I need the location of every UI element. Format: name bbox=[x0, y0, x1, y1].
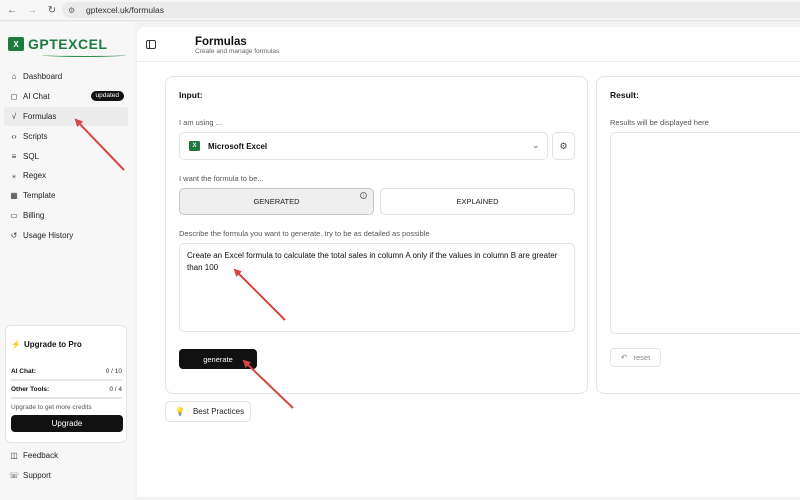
logo-swoosh bbox=[42, 53, 126, 57]
describe-label: Describe the formula you want to generat… bbox=[179, 229, 430, 238]
sidebar-item-formulas[interactable]: √ Formulas bbox=[4, 106, 128, 127]
card-icon: ▭ bbox=[10, 210, 18, 220]
reload-icon[interactable]: ↻ bbox=[44, 2, 60, 18]
ai-chat-usage-label: AI Chat: bbox=[11, 368, 36, 375]
input-card: Input: I am using ... X Microsoft Excel … bbox=[165, 76, 588, 394]
updated-badge: updated bbox=[90, 90, 124, 101]
ai-chat-usage: AI Chat: 0 / 10 bbox=[11, 368, 122, 375]
sidebar-item-label: Billing bbox=[23, 210, 45, 220]
gear-icon: ⚙ bbox=[559, 140, 568, 151]
sidebar: X GPTEXCEL ⌂ Dashboard ◻ AI Chat updated… bbox=[0, 22, 135, 500]
settings-gear-button[interactable]: ⚙ bbox=[552, 132, 575, 160]
sidebar-item-dashboard[interactable]: ⌂ Dashboard bbox=[4, 67, 128, 87]
result-output-area[interactable] bbox=[610, 132, 800, 334]
code-icon: ‹› bbox=[11, 131, 17, 141]
lightbulb-icon: 💡 bbox=[175, 407, 185, 416]
sidebar-item-billing[interactable]: ▭ Billing bbox=[4, 206, 128, 226]
sidebar-item-label: Usage History bbox=[23, 230, 74, 240]
app-selected-value: Microsoft Excel bbox=[208, 141, 268, 151]
sidebar-item-label: Dashboard bbox=[23, 72, 63, 82]
url-text: gptexcel.uk/formulas bbox=[86, 5, 164, 15]
sidebar-item-regex[interactable]: ⁎ Regex bbox=[4, 166, 128, 186]
formula-description-input[interactable]: Create an Excel formula to calculate the… bbox=[179, 243, 575, 332]
result-title: Result: bbox=[610, 90, 639, 100]
address-bar[interactable]: ⚙ gptexcel.uk/formulas bbox=[62, 2, 800, 18]
sidebar-item-template[interactable]: ▦ Template bbox=[4, 186, 128, 206]
result-placeholder: Results will be displayed here bbox=[610, 118, 709, 127]
upgrade-title-text: Upgrade to Pro bbox=[23, 340, 82, 349]
chat-icon: ◻ bbox=[10, 92, 18, 102]
history-icon: ↺ bbox=[10, 230, 18, 240]
sidebar-item-sql[interactable]: ≡ SQL bbox=[4, 146, 128, 166]
forward-arrow-icon[interactable]: → bbox=[24, 2, 40, 18]
explained-label: EXPLAINED bbox=[456, 197, 499, 206]
other-tools-usage: Other Tools: 0 / 4 bbox=[11, 386, 122, 393]
upgrade-note: Upgrade to get more credits bbox=[11, 404, 92, 411]
reset-label: reset bbox=[633, 353, 651, 362]
main-panel: Formulas Create and manage formulas Inpu… bbox=[137, 27, 800, 497]
sidebar-item-scripts[interactable]: ‹› Scripts bbox=[4, 126, 128, 146]
upgrade-title: ⚡ Upgrade to Pro bbox=[11, 340, 82, 349]
app-select[interactable]: X Microsoft Excel ⌄ bbox=[179, 132, 548, 160]
generated-toggle[interactable]: GENERATED i bbox=[179, 188, 374, 215]
generate-button[interactable]: generate bbox=[179, 349, 257, 369]
sidebar-footer-nav: ◫ Feedback ☏ Support bbox=[4, 446, 128, 486]
sidebar-item-usage-history[interactable]: ↺ Usage History bbox=[4, 225, 128, 245]
sqrt-icon: √ bbox=[11, 111, 17, 121]
sidebar-item-label: Formulas bbox=[23, 111, 57, 121]
excel-icon: X bbox=[189, 141, 200, 151]
page-title: Formulas bbox=[195, 36, 247, 48]
logo[interactable]: X GPTEXCEL bbox=[8, 36, 107, 52]
ai-chat-progress bbox=[11, 379, 122, 381]
sidebar-toggle-icon[interactable] bbox=[146, 40, 156, 49]
ai-chat-usage-count: 0 / 10 bbox=[105, 368, 122, 375]
page-subtitle: Create and manage formulas bbox=[195, 48, 280, 55]
site-settings-icon[interactable]: ⚙ bbox=[68, 6, 80, 15]
explained-toggle[interactable]: EXPLAINED bbox=[380, 188, 575, 215]
sidebar-item-label: Support bbox=[23, 471, 52, 481]
excel-logo-icon: X bbox=[8, 37, 24, 51]
mode-label: I want the formula to be... bbox=[179, 174, 264, 183]
sidebar-item-ai-chat[interactable]: ◻ AI Chat updated bbox=[4, 87, 128, 107]
home-icon: ⌂ bbox=[11, 72, 17, 82]
sidebar-item-label: Regex bbox=[23, 171, 47, 181]
best-practices-button[interactable]: 💡 Best Practices bbox=[165, 401, 251, 422]
best-practices-label: Best Practices bbox=[192, 407, 245, 416]
sidebar-nav: ⌂ Dashboard ◻ AI Chat updated √ Formulas… bbox=[4, 67, 128, 245]
result-card: Result: Results will be displayed here ↶… bbox=[596, 76, 800, 394]
other-tools-progress bbox=[11, 397, 122, 399]
database-icon: ≡ bbox=[11, 151, 17, 161]
sidebar-item-feedback[interactable]: ◫ Feedback bbox=[4, 446, 128, 466]
sidebar-item-label: AI Chat bbox=[23, 92, 50, 102]
sidebar-item-label: SQL bbox=[23, 151, 40, 161]
header-divider bbox=[137, 61, 800, 62]
upgrade-card: ⚡ Upgrade to Pro AI Chat: 0 / 10 Other T… bbox=[5, 325, 127, 443]
sidebar-item-label: Feedback bbox=[23, 451, 59, 461]
chevron-down-icon: ⌄ bbox=[532, 141, 539, 150]
browser-toolbar: ← → ↻ ⚙ gptexcel.uk/formulas bbox=[0, 0, 800, 21]
sidebar-item-label: Template bbox=[23, 191, 56, 201]
regex-icon: ⁎ bbox=[12, 171, 16, 181]
feedback-icon: ◫ bbox=[10, 451, 18, 461]
sidebar-item-support[interactable]: ☏ Support bbox=[4, 466, 128, 486]
input-title: Input: bbox=[179, 90, 203, 100]
reset-button[interactable]: ↶ reset bbox=[610, 348, 661, 367]
grid-icon: ▦ bbox=[10, 191, 18, 201]
logo-text: GPTEXCEL bbox=[28, 36, 108, 52]
sidebar-item-label: Scripts bbox=[23, 131, 48, 141]
info-icon: i bbox=[360, 192, 367, 199]
other-tools-usage-count: 0 / 4 bbox=[109, 386, 122, 393]
back-arrow-icon[interactable]: ← bbox=[4, 2, 20, 18]
support-icon: ☏ bbox=[9, 471, 20, 481]
lightning-icon: ⚡ bbox=[11, 340, 21, 349]
other-tools-usage-label: Other Tools: bbox=[11, 386, 50, 393]
upgrade-button[interactable]: Upgrade bbox=[11, 415, 123, 432]
generated-label: GENERATED bbox=[253, 197, 300, 206]
undo-icon: ↶ bbox=[620, 353, 628, 362]
using-label: I am using ... bbox=[179, 118, 222, 127]
